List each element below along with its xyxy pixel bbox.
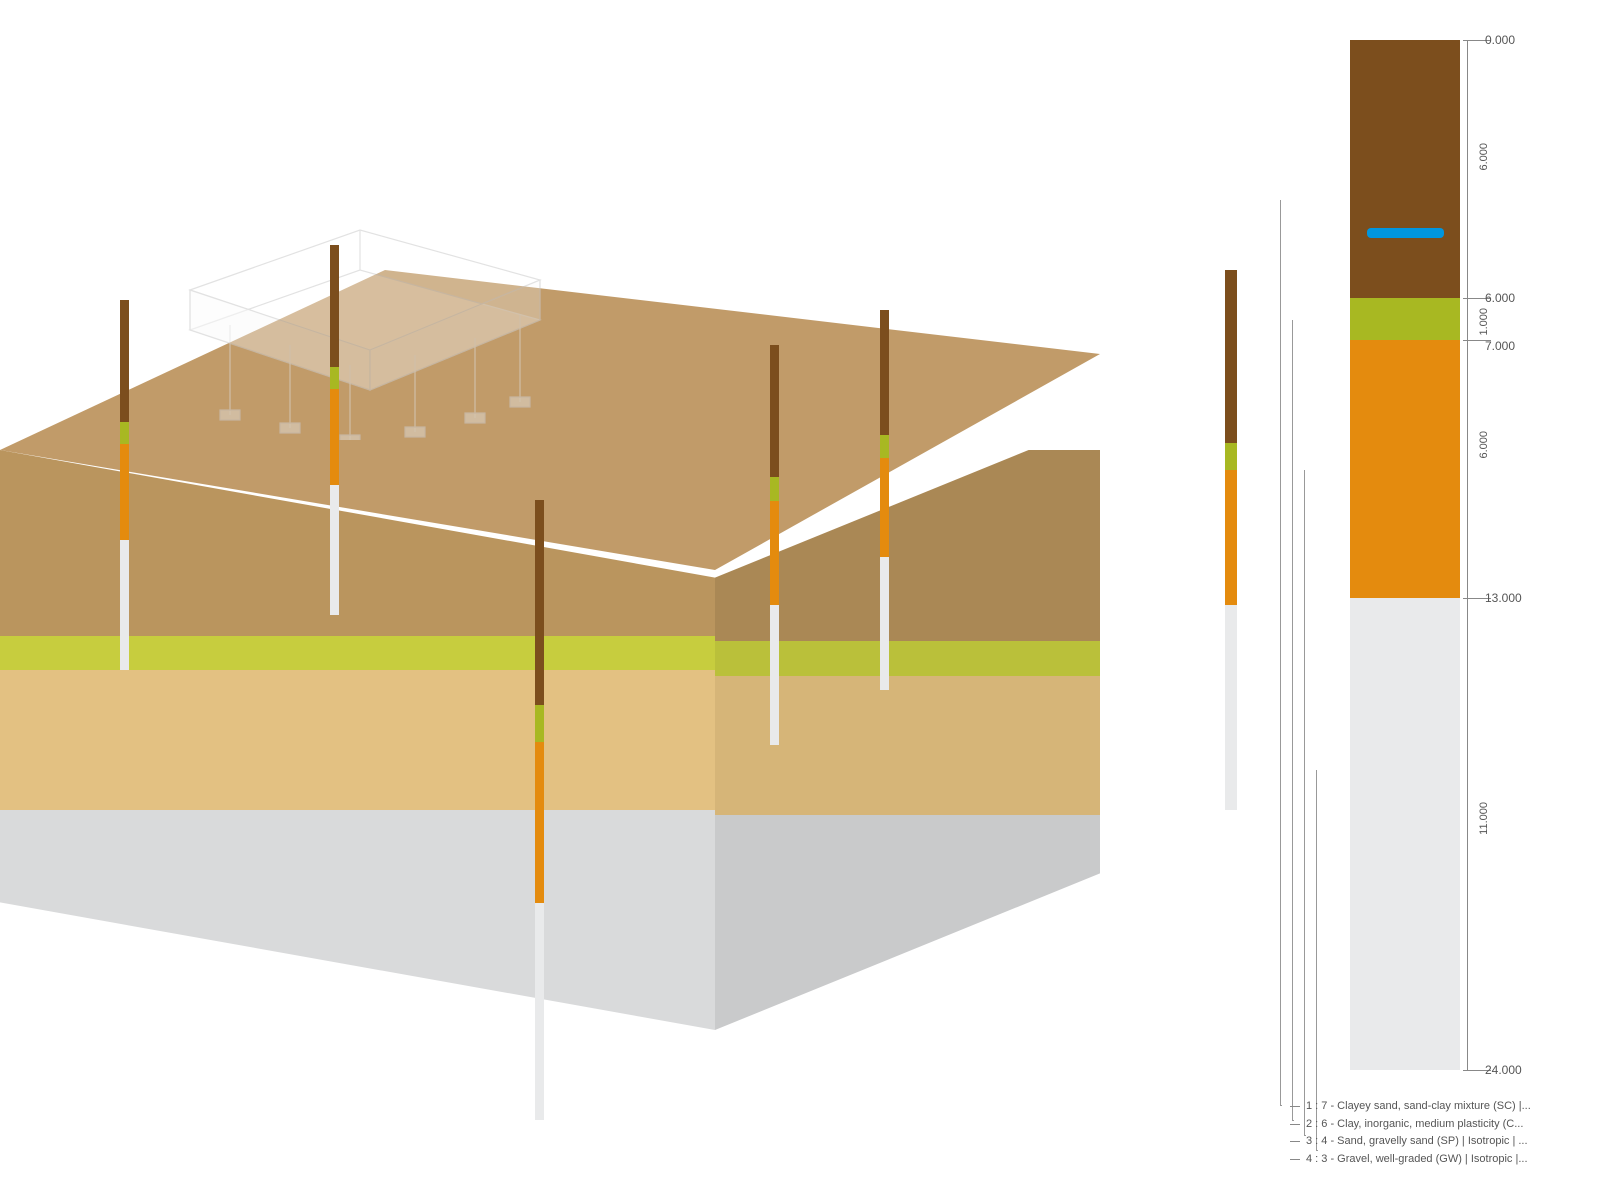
borehole [770,345,779,745]
layer-4-face-r [715,815,1100,1030]
borehole [535,500,544,1120]
borehole [880,310,889,690]
legend-item: 1 : 7 - Clayey sand, sand-clay mixture (… [1290,1098,1590,1116]
layer-4-face [0,810,715,1030]
depth-label: 6.000 [1485,291,1515,305]
legend-label: 1 : 7 - Clayey sand, sand-clay mixture (… [1306,1098,1531,1116]
borehole [330,245,339,615]
layer-3-face [0,670,715,809]
legend-item: 2 : 6 - Clay, inorganic, medium plastici… [1290,1116,1590,1134]
depth-dimension-axis: 0.000 6.000 7.000 13.000 24.000 6.000 1.… [1463,40,1583,1070]
legend-item: 3 : 4 - Sand, gravelly sand (SP) | Isotr… [1290,1133,1590,1151]
depth-label: 0.000 [1485,33,1515,47]
borehole-isolated [1225,270,1237,810]
legend-item: 4 : 3 - Gravel, well-graded (GW) | Isotr… [1290,1151,1590,1169]
layer-2-face [0,636,715,671]
depth-label: 13.000 [1485,591,1522,605]
depth-label: 7.000 [1485,339,1515,353]
soil-block-3d [0,150,1100,1150]
legend-label: 2 : 6 - Clay, inorganic, medium plastici… [1306,1116,1523,1134]
borehole [120,300,129,670]
legend-label: 3 : 4 - Sand, gravelly sand (SP) | Isotr… [1306,1133,1528,1151]
building-model [160,170,580,440]
soil-layer-legend: 1 : 7 - Clayey sand, sand-clay mixture (… [1290,1098,1590,1168]
depth-label: 24.000 [1485,1063,1522,1077]
leader-lines [1280,40,1480,1140]
legend-label: 4 : 3 - Gravel, well-graded (GW) | Isotr… [1306,1151,1528,1169]
